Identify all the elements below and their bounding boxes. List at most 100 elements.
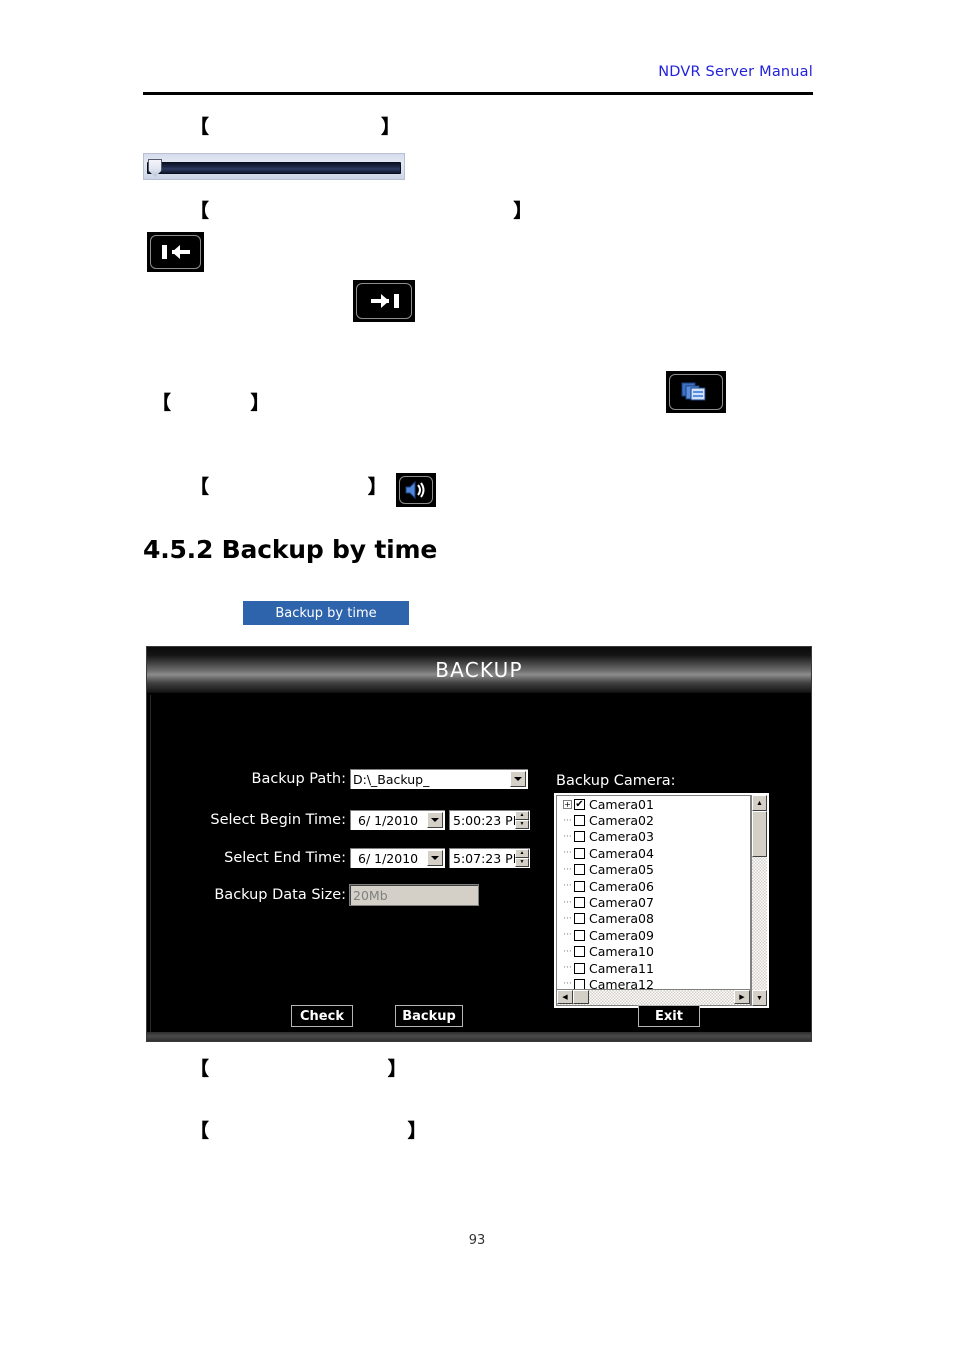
camera-list-hscrollbar[interactable]: ◀ ▶ <box>557 989 750 1005</box>
end-time-row: Select End Time: 6/ 1/2010 5:07:23 PM ▲ … <box>151 846 536 870</box>
playback-slider[interactable] <box>143 153 405 180</box>
camera-list-item[interactable]: ··· Camera02 <box>557 812 750 828</box>
camera-list-item[interactable]: ··· Camera11 <box>557 960 750 976</box>
playback-slider-groove <box>147 162 401 174</box>
begin-time-spinner[interactable]: ▲ ▼ <box>515 811 529 829</box>
backup-dialog: BACKUP Backup Path: D:\_Backup_ Select B… <box>146 646 812 1042</box>
jump-to-begin-icon <box>150 235 201 269</box>
camera-checkbox[interactable] <box>574 831 585 843</box>
playback-slider-thumb[interactable] <box>148 159 162 177</box>
check-button[interactable]: Check <box>291 1005 353 1027</box>
annotation-bracket-2: 【 】 <box>190 200 533 222</box>
camera-label: Camera04 <box>589 845 654 861</box>
begin-date-dropdown-icon[interactable] <box>427 812 443 828</box>
camera-checkbox[interactable] <box>574 864 585 876</box>
camera-list-item[interactable]: + ✔ Camera01 <box>557 796 750 812</box>
begin-time-label: Select Begin Time: <box>210 812 346 828</box>
camera-list-item[interactable]: ··· Camera05 <box>557 862 750 878</box>
camera-list-item[interactable]: ··· Camera03 <box>557 829 750 845</box>
camera-list-item[interactable]: ··· Camera08 <box>557 911 750 927</box>
audio-button[interactable] <box>396 473 436 507</box>
vscroll-thumb[interactable] <box>752 811 767 857</box>
tree-branch-icon: ··· <box>563 848 572 859</box>
backup-path-input[interactable]: D:\_Backup_ <box>349 768 529 790</box>
camera-checkbox[interactable] <box>574 913 585 925</box>
tree-branch-icon: ··· <box>563 897 572 908</box>
end-time-spin-up[interactable]: ▲ <box>515 849 529 858</box>
begin-time-row: Select Begin Time: 6/ 1/2010 5:00:23 PM … <box>151 808 536 832</box>
jump-to-end-icon <box>356 283 412 319</box>
end-date-input[interactable]: 6/ 1/2010 <box>349 847 446 869</box>
hscroll-right-button[interactable]: ▶ <box>734 990 750 1004</box>
backup-path-label: Backup Path: <box>251 771 347 787</box>
camera-checkbox[interactable] <box>574 946 585 958</box>
hscroll-thumb[interactable] <box>573 990 589 1004</box>
camera-checkbox[interactable]: ✔ <box>574 798 585 810</box>
camera-list-item[interactable]: ··· Camera09 <box>557 927 750 943</box>
annotation-bracket-6: 【 】 <box>190 1120 427 1142</box>
annotation-bracket-4: 【 】 <box>190 476 387 498</box>
camera-label: Camera05 <box>589 862 654 878</box>
backup-dialog-body: Backup Path: D:\_Backup_ Select Begin Ti… <box>150 695 808 1032</box>
backup-dialog-footer <box>147 1032 811 1041</box>
snapshot-copy-glyph <box>681 382 706 401</box>
hscroll-left-button[interactable]: ◀ <box>557 990 573 1004</box>
begin-time-value: 5:00:23 PM <box>453 812 524 828</box>
tree-branch-icon: ··· <box>563 864 572 875</box>
camera-checkbox[interactable] <box>574 929 585 941</box>
annotation-bracket-5: 【 】 <box>190 1058 407 1080</box>
camera-checkbox[interactable] <box>574 962 585 974</box>
jump-to-end-glyph <box>371 294 399 308</box>
vscroll-up-button[interactable]: ▲ <box>752 795 767 811</box>
data-size-input: 20Mb <box>349 884 479 906</box>
camera-list-item[interactable]: ··· Camera06 <box>557 878 750 894</box>
begin-date-input[interactable]: 6/ 1/2010 <box>349 809 446 831</box>
end-time-label: Select End Time: <box>224 850 346 866</box>
camera-label: Camera03 <box>589 829 654 845</box>
snapshot-copy-icon <box>669 374 723 410</box>
camera-checkbox[interactable] <box>574 815 585 827</box>
end-time-spin-down[interactable]: ▼ <box>515 858 529 867</box>
backup-camera-listbox[interactable]: + ✔ Camera01 ··· Camera02 ··· Camera03 ··· Camer… <box>553 792 770 1009</box>
backup-path-dropdown-icon[interactable] <box>510 771 526 787</box>
jump-to-end-button[interactable] <box>353 280 415 322</box>
page-number: 93 <box>468 1233 486 1248</box>
tree-expand-icon[interactable]: + <box>561 799 574 809</box>
camera-list-item[interactable]: ··· Camera04 <box>557 845 750 861</box>
camera-label: Camera07 <box>589 895 654 911</box>
backup-path-row: Backup Path: D:\_Backup_ <box>151 767 536 791</box>
backup-dialog-titlebar: BACKUP <box>147 647 811 693</box>
camera-checkbox[interactable] <box>574 880 585 892</box>
end-time-value: 5:07:23 PM <box>453 850 524 866</box>
jump-to-begin-button[interactable] <box>147 232 204 272</box>
annotation-bracket-3: 【 】 <box>152 392 270 414</box>
end-date-dropdown-icon[interactable] <box>427 850 443 866</box>
camera-list-item[interactable]: ··· Camera10 <box>557 944 750 960</box>
speaker-audio-icon <box>399 476 433 504</box>
backup-path-value: D:\_Backup_ <box>353 771 430 787</box>
backup-camera-label: Backup Camera: <box>556 773 676 789</box>
camera-list-vscrollbar[interactable]: ▲ ▼ <box>751 795 767 1006</box>
tree-branch-icon: ··· <box>563 913 572 924</box>
jump-to-begin-glyph <box>161 245 190 259</box>
camera-label: Camera01 <box>589 796 654 812</box>
vscroll-down-button[interactable]: ▼ <box>752 990 767 1006</box>
end-time-spinner[interactable]: ▲ ▼ <box>515 849 529 867</box>
begin-time-spin-up[interactable]: ▲ <box>515 811 529 820</box>
camera-checkbox[interactable] <box>574 897 585 909</box>
begin-date-value: 6/ 1/2010 <box>358 812 419 828</box>
end-time-input[interactable]: 5:07:23 PM ▲ ▼ <box>448 847 531 869</box>
snapshot-copy-button[interactable] <box>666 371 726 413</box>
begin-time-input[interactable]: 5:00:23 PM ▲ ▼ <box>448 809 531 831</box>
backup-by-time-tab[interactable]: Backup by time <box>243 601 409 625</box>
camera-label: Camera06 <box>589 878 654 894</box>
camera-label: Camera10 <box>589 944 654 960</box>
camera-checkbox[interactable] <box>574 847 585 859</box>
exit-button[interactable]: Exit <box>638 1005 700 1027</box>
backup-button[interactable]: Backup <box>395 1005 463 1027</box>
camera-list-item[interactable]: ··· Camera07 <box>557 894 750 910</box>
camera-list[interactable]: + ✔ Camera01 ··· Camera02 ··· Camera03 ··· Camer… <box>556 795 751 1006</box>
tree-branch-icon: ··· <box>563 979 572 990</box>
begin-time-spin-down[interactable]: ▼ <box>515 820 529 829</box>
annotation-bracket-1: 【 】 <box>190 116 400 138</box>
